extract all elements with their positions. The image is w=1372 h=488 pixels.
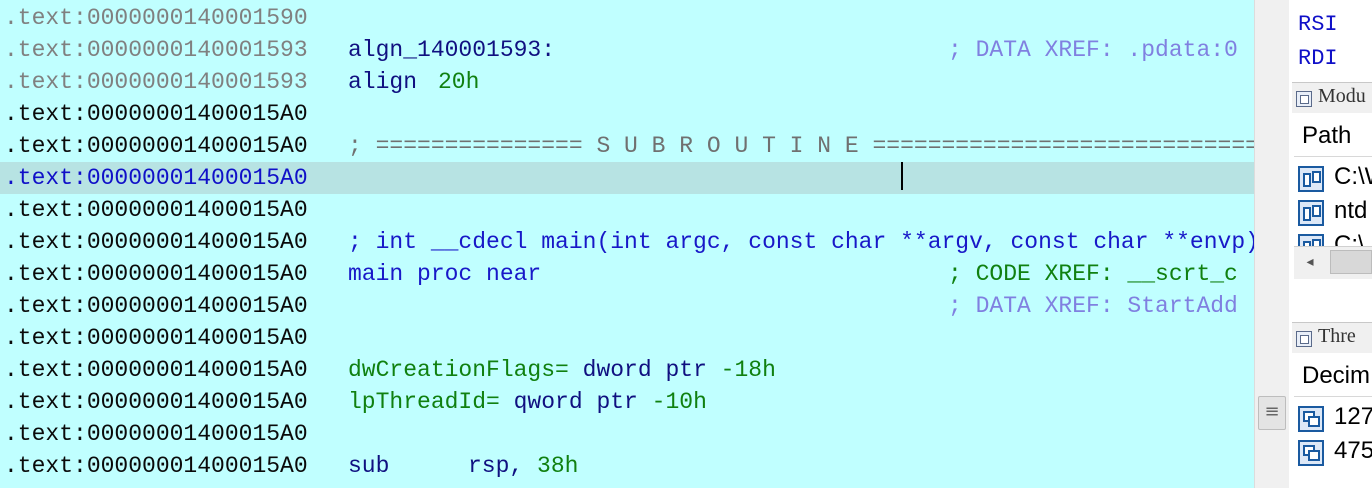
- line-address: .text:00000001400015A0: [4, 325, 308, 351]
- thread-row[interactable]: 475: [1296, 436, 1372, 468]
- proc-header[interactable]: main proc near: [348, 258, 541, 290]
- instruction-operand: rsp, 38h: [468, 450, 578, 482]
- variable-type: qword ptr: [499, 389, 652, 415]
- function-declaration: ; int __cdecl main(int argc, const char …: [348, 229, 1254, 255]
- disasm-line[interactable]: .text:00000001400015A0 main proc near ; …: [0, 258, 1254, 290]
- disasm-line[interactable]: .text:00000001400015A0: [0, 194, 1254, 226]
- disasm-line[interactable]: .text:00000001400015A0 ; int __cdecl mai…: [0, 226, 1254, 258]
- register-rdi[interactable]: RDI: [1298, 46, 1338, 71]
- xref-comment[interactable]: ; CODE XREF: __scrt_c: [948, 258, 1238, 290]
- registers-panel: RSI RDI: [1292, 0, 1372, 82]
- disasm-line-selected[interactable]: .text:00000001400015A0: [0, 162, 1254, 194]
- disasm-line[interactable]: .text:00000001400015A0 lpThreadId= qword…: [0, 386, 1254, 418]
- column-header-path: Path: [1302, 122, 1352, 149]
- window-icon: [1296, 91, 1312, 107]
- disasm-line[interactable]: .text:00000001400015A0 dwCreationFlags= …: [0, 354, 1254, 386]
- line-address: .text:00000001400015A0: [4, 261, 308, 287]
- thread-icon: [1298, 406, 1324, 432]
- disasm-line[interactable]: .text:0000000140001593 algn_140001593: ;…: [0, 34, 1254, 66]
- modules-column-header[interactable]: Path: [1294, 116, 1372, 157]
- scrollbar-thumb[interactable]: ≡: [1258, 396, 1286, 430]
- operand-immediate: 38h: [537, 453, 579, 479]
- disasm-line[interactable]: .text:0000000140001593 align 20h: [0, 66, 1254, 98]
- line-address: .text:00000001400015A0: [4, 453, 308, 479]
- variable-name[interactable]: lpThreadId=: [348, 389, 500, 415]
- line-address: .text:00000001400015A0: [4, 165, 308, 191]
- variable-offset: -18h: [720, 357, 776, 383]
- text-cursor: [901, 162, 903, 190]
- line-address: .text:00000001400015A0: [4, 421, 308, 447]
- scroll-left-arrow-icon[interactable]: ◂: [1300, 252, 1320, 272]
- variable-name[interactable]: dwCreationFlags=: [348, 357, 569, 383]
- disasm-line[interactable]: .text:00000001400015A0: [0, 322, 1254, 354]
- modules-title-label: Modu: [1318, 85, 1366, 107]
- line-address: .text:0000000140001593: [4, 69, 308, 95]
- stack-variable[interactable]: lpThreadId= qword ptr -10h: [348, 386, 707, 418]
- module-icon: [1298, 234, 1324, 246]
- line-address: .text:00000001400015A0: [4, 229, 308, 255]
- module-row[interactable]: C:\W: [1296, 162, 1372, 194]
- thread-icon: [1298, 440, 1324, 466]
- threads-column-header[interactable]: Decim: [1294, 356, 1372, 397]
- stack-variable[interactable]: dwCreationFlags= dword ptr -18h: [348, 354, 776, 386]
- module-path: ntd: [1334, 197, 1368, 224]
- threads-title-label: Thre: [1318, 325, 1356, 347]
- disasm-line[interactable]: .text:00000001400015A0 ; DATA XREF: Star…: [0, 290, 1254, 322]
- module-icon: [1298, 200, 1324, 226]
- disasm-line[interactable]: .text:0000000140001590: [0, 2, 1254, 34]
- disasm-line[interactable]: .text:00000001400015A0 ; ===============…: [0, 130, 1254, 162]
- module-icon: [1298, 166, 1324, 192]
- operand-register[interactable]: rsp,: [468, 453, 537, 479]
- module-path: C:\: [1334, 231, 1365, 246]
- module-path: C:\W: [1334, 163, 1372, 190]
- thread-id: 127: [1334, 403, 1372, 430]
- code-label[interactable]: algn_140001593:: [348, 34, 555, 66]
- variable-offset: -10h: [651, 389, 707, 415]
- instruction-mnemonic: align: [348, 69, 418, 95]
- subroutine-separator: ; =============== S U B R O U T I N E ==…: [348, 133, 1254, 159]
- xref-comment[interactable]: ; DATA XREF: .pdata:0: [948, 34, 1238, 66]
- window-icon: [1296, 331, 1312, 347]
- instruction-mnemonic: sub: [348, 453, 390, 479]
- variable-type: dword ptr: [568, 357, 721, 383]
- line-address: .text:00000001400015A0: [4, 101, 308, 127]
- disassembly-view[interactable]: .text:0000000140001590 .text:00000001400…: [0, 0, 1254, 488]
- register-rsi[interactable]: RSI: [1298, 12, 1338, 37]
- line-address: .text:0000000140001593: [4, 37, 308, 63]
- threads-panel-title[interactable]: Thre: [1292, 322, 1372, 354]
- thread-id: 475: [1334, 437, 1372, 464]
- line-address: .text:00000001400015A0: [4, 357, 308, 383]
- module-row[interactable]: C:\: [1296, 230, 1372, 246]
- disasm-line[interactable]: .text:00000001400015A0 sub rsp, 38h: [0, 450, 1254, 482]
- horizontal-scrollbar-thumb[interactable]: [1330, 250, 1372, 274]
- line-address: .text:00000001400015A0: [4, 389, 308, 415]
- line-address: .text:00000001400015A0: [4, 133, 308, 159]
- xref-comment[interactable]: ; DATA XREF: StartAdd: [948, 290, 1238, 322]
- modules-panel-title[interactable]: Modu: [1292, 82, 1372, 114]
- line-address: .text:0000000140001590: [4, 5, 308, 31]
- line-address: .text:00000001400015A0: [4, 293, 308, 319]
- disasm-line[interactable]: .text:00000001400015A0: [0, 418, 1254, 450]
- module-row[interactable]: ntd: [1296, 196, 1372, 228]
- disasm-line[interactable]: .text:00000001400015A0: [0, 98, 1254, 130]
- column-header-decimal: Decim: [1302, 362, 1371, 389]
- line-address: .text:00000001400015A0: [4, 197, 308, 223]
- instruction-operand: 20h: [438, 69, 480, 95]
- thread-row[interactable]: 127: [1296, 402, 1372, 434]
